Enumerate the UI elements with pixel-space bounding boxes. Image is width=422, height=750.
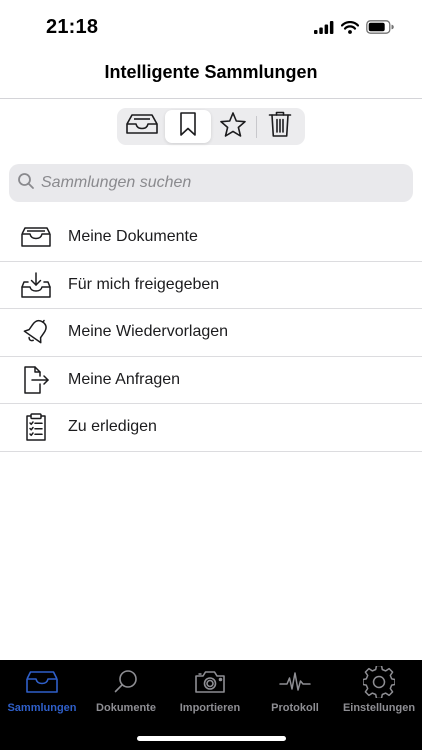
list-item-meine-dokumente[interactable]: Meine Dokumente [0,214,422,262]
list-item-meine-wiedervorlagen[interactable]: Meine Wiedervorlagen [0,309,422,357]
document-export-icon [0,356,68,403]
tab-dokumente[interactable]: Dokumente [84,666,168,714]
list-item-label: Meine Dokumente [68,228,198,246]
trash-icon [268,110,292,143]
segment-inbox[interactable] [119,110,165,143]
inbox-download-icon [0,261,68,308]
tray-icon [25,666,59,698]
list-item-meine-anfragen[interactable]: Meine Anfragen [0,356,422,404]
list-item-zu-erledigen[interactable]: Zu erledigen [0,404,422,452]
clipboard-list-icon [0,404,68,451]
bookmark-icon [178,111,198,142]
status-icons [314,20,394,39]
list-item-label: Meine Wiedervorlagen [68,323,229,341]
page-title: Intelligente Sammlungen [104,62,318,82]
tab-label: Dokumente [96,702,156,714]
tab-label: Importieren [179,702,241,714]
search-icon [17,172,35,195]
tab-label: Sammlungen [7,702,77,714]
star-icon [219,111,247,143]
tab-einstellungen[interactable]: Einstellungen [337,666,421,714]
list-item-label: Für mich freigegeben [68,275,220,293]
camera-icon [194,666,226,698]
list-item-fuer-mich-freigegeben[interactable]: Für mich freigegeben [0,261,422,309]
tab-sammlungen[interactable]: Sammlungen [0,666,84,714]
inbox-icon [125,112,159,141]
bell-icon [0,309,68,356]
collection-filter-segmented-control [117,108,305,145]
search-icon [113,666,139,698]
wifi-icon [340,20,360,39]
home-indicator [137,736,286,741]
gear-icon [363,666,395,698]
segment-bookmark[interactable] [164,110,211,143]
search-input[interactable] [41,174,381,192]
tab-label: Einstellungen [342,702,416,714]
tab-label: Protokoll [271,702,319,714]
status-bar: 21:18 [0,0,422,56]
tab-protokoll[interactable]: Protokoll [253,666,337,714]
list-item-label: Meine Anfragen [68,370,181,388]
list-item-label: Zu erledigen [68,418,157,436]
signal-icon [314,20,334,39]
tab-importieren[interactable]: Importieren [168,666,252,714]
nav-divider [0,98,422,99]
status-time: 21:18 [46,16,99,38]
search-bar [9,164,413,202]
tray-icon [0,214,68,261]
segment-favorites[interactable] [211,110,257,143]
collection-list: Meine Dokumente Für mich freigegeben Mei… [0,214,422,452]
battery-icon [366,20,394,39]
pulse-icon [279,666,311,698]
segment-trash[interactable] [257,110,303,143]
